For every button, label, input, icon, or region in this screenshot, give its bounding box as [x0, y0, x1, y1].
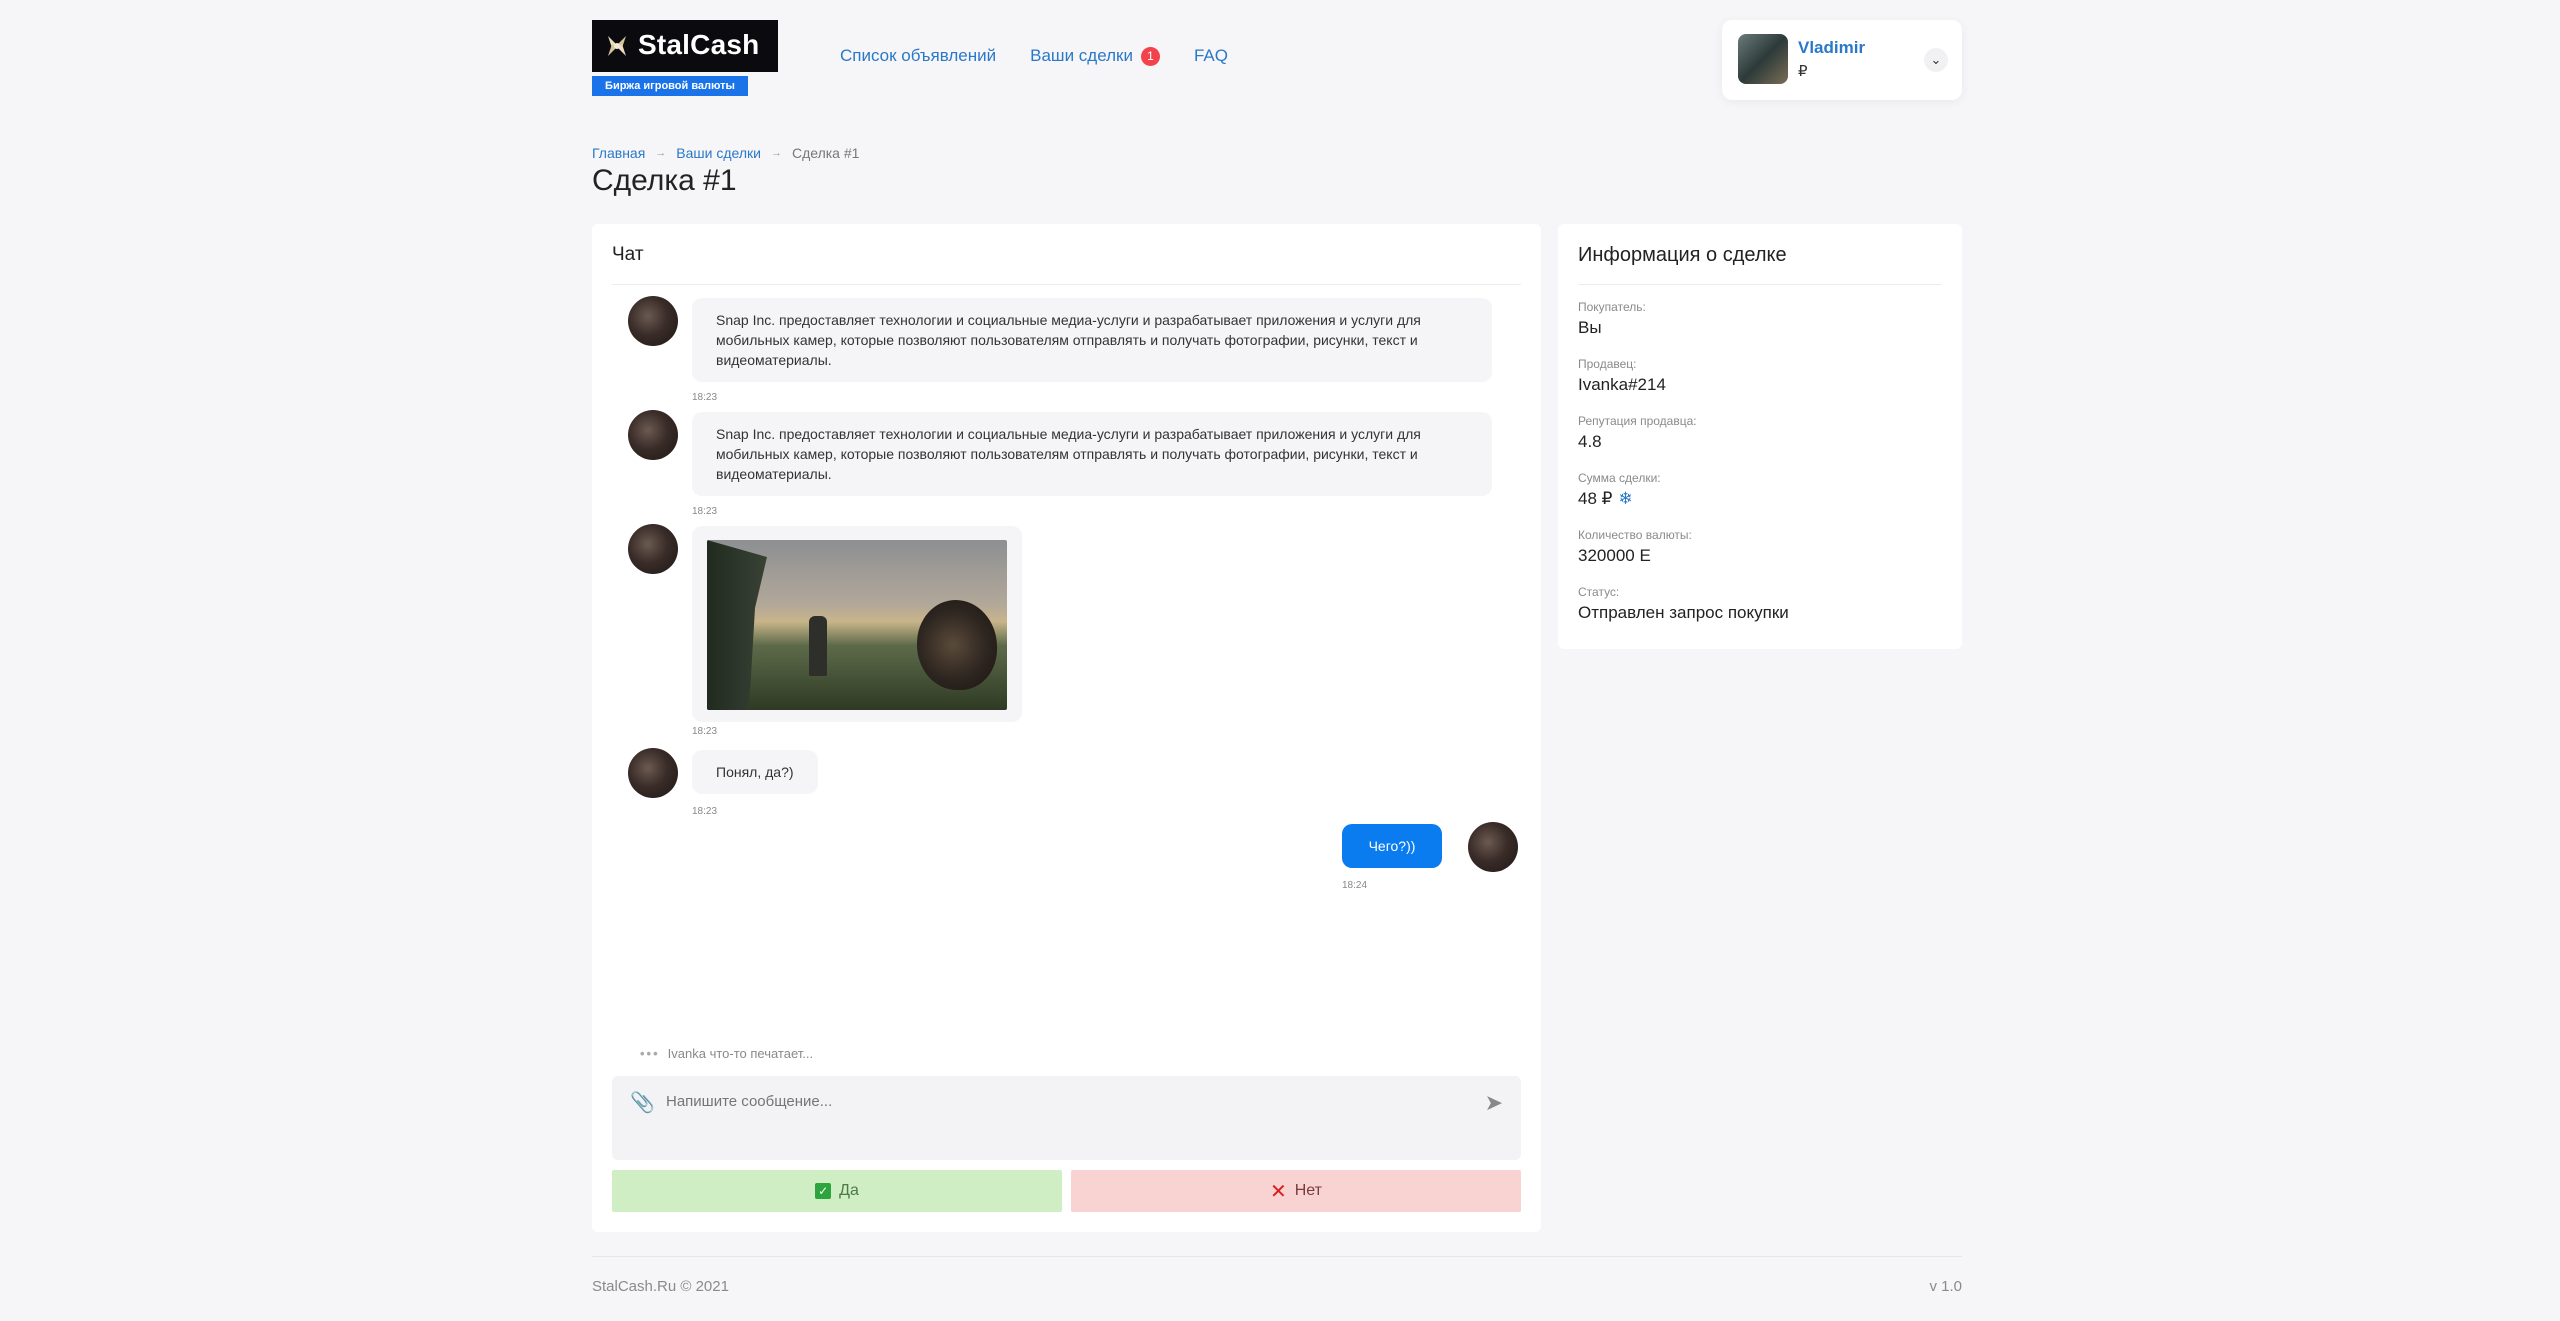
- message-time: 18:23: [692, 726, 718, 737]
- user-name[interactable]: Vladimir: [1798, 38, 1865, 58]
- image-message-bubble: [692, 526, 1022, 722]
- reputation-value: 4.8: [1578, 432, 1602, 451]
- deal-info-panel: Информация о сделке Покупатель: Вы Прода…: [1558, 224, 1962, 649]
- user-balance: ₽: [1798, 63, 1808, 80]
- breadcrumb: Главная → Ваши сделки → Сделка #1: [592, 145, 859, 161]
- nav-faq[interactable]: FAQ: [1194, 46, 1228, 66]
- cross-icon: ✕: [1269, 1180, 1287, 1203]
- deal-info-title: Информация о сделке: [1578, 244, 1787, 266]
- divider: [1578, 284, 1942, 285]
- message-composer: 📎 ➤: [612, 1076, 1521, 1160]
- attached-photo[interactable]: [707, 540, 1007, 710]
- message-item: Snap Inc. предоставляет технологии и соц…: [612, 410, 1521, 520]
- photo-tree: [707, 540, 767, 710]
- main-nav: Список объявлений Ваши сделки 1 FAQ: [840, 46, 1228, 66]
- status-label: Статус:: [1578, 585, 1620, 599]
- brand-tagline: Биржа игровой валюты: [592, 76, 748, 96]
- amount-row: 48 ₽ ❄: [1578, 489, 1661, 509]
- chat-title: Чат: [612, 244, 644, 265]
- buyer-value: Вы: [1578, 318, 1602, 337]
- brand-logo[interactable]: StalCash: [592, 20, 778, 72]
- seller-value[interactable]: Ivanka#214: [1578, 375, 1666, 395]
- photo-figure: [809, 616, 827, 676]
- avatar: [628, 296, 678, 346]
- message-time: 18:24: [1342, 880, 1368, 891]
- confirm-no-button[interactable]: ✕ Нет: [1071, 1170, 1521, 1212]
- photo-gasmask: [917, 600, 997, 690]
- avatar: [1738, 34, 1788, 84]
- message-time: 18:23: [692, 806, 718, 817]
- currency-value: 320000 E: [1578, 546, 1651, 565]
- snowflake-icon: ❄: [1618, 489, 1633, 508]
- typing-dots-icon: •••: [640, 1046, 660, 1061]
- nav-listings[interactable]: Список объявлений: [840, 46, 996, 66]
- message-list[interactable]: Snap Inc. предоставляет технологии и соц…: [612, 296, 1521, 1016]
- message-bubble: Snap Inc. предоставляет технологии и соц…: [692, 298, 1492, 382]
- status-field: Статус: Отправлен запрос покупки: [1578, 585, 1789, 623]
- breadcrumb-deals[interactable]: Ваши сделки: [676, 145, 761, 161]
- message-time: 18:23: [692, 392, 718, 403]
- reputation-label: Репутация продавца:: [1578, 414, 1697, 428]
- avatar: [628, 410, 678, 460]
- footer-copyright: StalCash.Ru © 2021: [592, 1278, 729, 1295]
- breadcrumb-current: Сделка #1: [791, 145, 860, 161]
- confirm-yes-button[interactable]: ✓ Да: [612, 1170, 1062, 1212]
- chat-panel: Чат Snap Inc. предоставляет технологии и…: [592, 224, 1541, 1232]
- brand-name: StalCash: [638, 29, 760, 60]
- currency-label: Количество валюты:: [1578, 528, 1692, 542]
- divider: [612, 284, 1521, 285]
- breadcrumb-separator-icon: →: [770, 147, 782, 159]
- chevron-down-icon[interactable]: ⌄: [1924, 48, 1948, 72]
- page-title: Сделка #1: [592, 164, 737, 197]
- message-time: 18:23: [692, 506, 718, 517]
- message-item: Snap Inc. предоставляет технологии и соц…: [612, 296, 1521, 406]
- avatar: [628, 524, 678, 574]
- confirm-no-label: Нет: [1294, 1182, 1322, 1199]
- message-item: Понял, да?) 18:23: [612, 748, 1521, 820]
- confirm-yes-label: Да: [839, 1182, 859, 1199]
- message-input[interactable]: [666, 1086, 1426, 1116]
- message-item-own: Чего?)) 18:24: [612, 822, 1521, 894]
- avatar: [1468, 822, 1518, 872]
- logo-icon: [608, 36, 626, 56]
- typing-text: Ivanka что-то печатает...: [667, 1046, 814, 1061]
- breadcrumb-separator-icon: →: [655, 147, 667, 159]
- breadcrumb-home[interactable]: Главная: [592, 145, 645, 161]
- message-item: 18:23: [612, 524, 1521, 744]
- paperclip-icon[interactable]: 📎: [630, 1090, 655, 1115]
- buyer-label: Покупатель:: [1578, 300, 1646, 314]
- status-value: Отправлен запрос покупки: [1578, 603, 1789, 622]
- seller-field: Продавец: Ivanka#214: [1578, 357, 1666, 395]
- amount-field: Сумма сделки: 48 ₽ ❄: [1578, 471, 1661, 509]
- footer-version: v 1.0: [1929, 1278, 1962, 1295]
- message-bubble: Чего?)): [1342, 824, 1442, 868]
- reputation-field: Репутация продавца: 4.8: [1578, 414, 1697, 452]
- check-icon: ✓: [815, 1183, 832, 1199]
- deals-count-badge: 1: [1140, 46, 1160, 66]
- avatar: [628, 748, 678, 798]
- typing-indicator: ••• Ivanka что-то печатает...: [640, 1046, 813, 1061]
- currency-field: Количество валюты: 320000 E: [1578, 528, 1692, 566]
- message-bubble: Snap Inc. предоставляет технологии и соц…: [692, 412, 1492, 496]
- nav-deals-label: Ваши сделки: [1030, 46, 1133, 65]
- buyer-field: Покупатель: Вы: [1578, 300, 1646, 338]
- footer-divider: [592, 1256, 1962, 1257]
- amount-label: Сумма сделки:: [1578, 471, 1661, 485]
- message-bubble: Понял, да?): [692, 750, 818, 794]
- seller-label: Продавец:: [1578, 357, 1637, 371]
- send-icon[interactable]: ➤: [1485, 1090, 1503, 1116]
- nav-deals[interactable]: Ваши сделки 1: [1030, 46, 1160, 66]
- amount-value: 48 ₽: [1578, 489, 1613, 508]
- user-menu[interactable]: Vladimir ₽ ⌄: [1722, 20, 1962, 100]
